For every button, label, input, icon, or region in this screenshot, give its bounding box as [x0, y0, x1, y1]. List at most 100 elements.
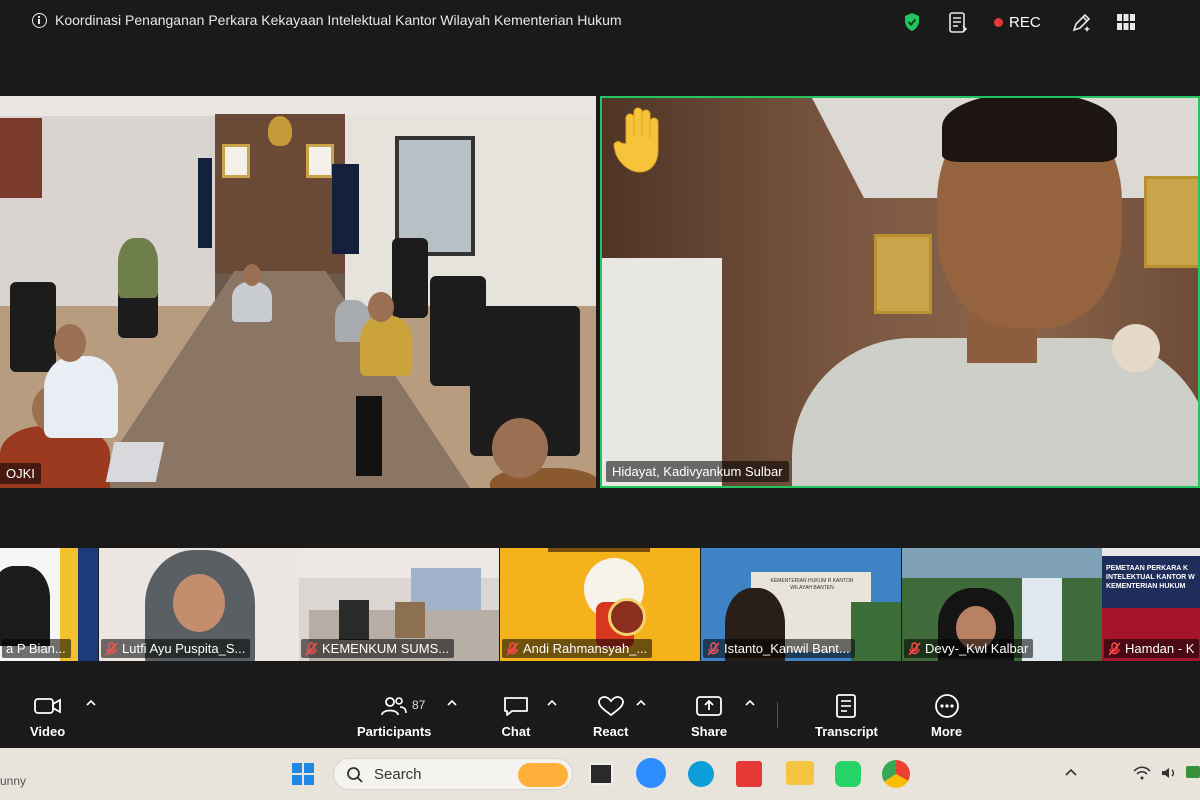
meeting-control-bar: Video Participants 87 Chat React Share T… [0, 682, 1200, 748]
recording-dot-icon [994, 18, 1003, 27]
pen-icon[interactable] [1070, 12, 1092, 34]
participant-name: Lutfi Ayu Puspita_S... [122, 641, 246, 656]
slide-title: PEMETAAN PERKARA K INTELEKTUAL KANTOR W … [1106, 565, 1195, 590]
monitor [356, 396, 382, 476]
video-camera-icon [33, 698, 61, 714]
portrait-frame [222, 144, 250, 178]
participant-thumbnail[interactable]: KEMENTERIAN HUKUM R KANTOR WILAYAH BANTE… [701, 548, 901, 661]
file-explorer-icon[interactable] [786, 761, 814, 785]
thumb-banner [548, 548, 650, 552]
slide-header [1102, 548, 1200, 556]
raised-hand-icon [613, 107, 659, 173]
chrome-browser-icon[interactable] [882, 760, 910, 788]
task-view-icon[interactable] [589, 763, 613, 785]
chevron-up-icon[interactable] [85, 698, 97, 708]
participant-name: Andi Rahmansyah_... [523, 641, 648, 656]
more-button[interactable]: More [931, 694, 962, 739]
meeting-info[interactable]: Koordinasi Penanganan Perkara Kekayaan I… [32, 12, 622, 28]
office-door [602, 258, 722, 486]
tree-figure [851, 602, 901, 661]
participant-name-label: Hamdan - K [1104, 639, 1200, 658]
video-button[interactable]: Video [30, 694, 65, 739]
app-l-icon[interactable] [736, 761, 762, 787]
edge-browser-icon[interactable] [688, 761, 714, 787]
participant-name-label: Lutfi Ayu Puspita_S... [101, 639, 251, 658]
participant-name: a P Bian... [6, 641, 66, 656]
chevron-up-icon[interactable] [1064, 766, 1078, 778]
chair [339, 600, 369, 640]
participant-thumbnail[interactable]: PEMETAAN PERKARA K INTELEKTUAL KANTOR W … [1102, 548, 1200, 661]
document-icon[interactable] [948, 12, 968, 34]
recording-indicator[interactable]: REC [994, 14, 1041, 31]
mic-muted-icon [105, 641, 118, 656]
participant-figure [44, 356, 118, 438]
chat-label: Chat [501, 724, 531, 739]
video-tile-active-speaker[interactable]: Hidayat, Kadivyankum Sulbar [600, 96, 1200, 488]
volume-icon[interactable] [1160, 766, 1178, 780]
building-sign: KEMENTERIAN HUKUM R KANTOR WILAYAH BANTE… [770, 578, 854, 591]
participant-head [243, 264, 261, 286]
participant-name-label: Andi Rahmansyah_... [502, 639, 653, 658]
portrait-frame [874, 234, 932, 314]
mascot-figure [1112, 324, 1160, 372]
sky [902, 548, 1102, 578]
participant-thumbnail[interactable]: a P Bian... [0, 548, 98, 661]
more-options-icon [934, 694, 959, 718]
wall-painting [0, 118, 42, 198]
participant-name: Hamdan - K [1125, 641, 1195, 656]
zoom-app-icon[interactable] [636, 758, 666, 788]
participant-thumbnail[interactable]: Andi Rahmansyah_... [500, 548, 700, 661]
mic-muted-icon [305, 641, 318, 656]
grid-view-icon[interactable] [1117, 14, 1135, 30]
search-icon [347, 767, 363, 783]
participant-figure [0, 566, 50, 646]
chevron-up-icon[interactable] [546, 698, 558, 708]
participant-figure [118, 238, 158, 298]
shield-icon[interactable] [903, 12, 921, 32]
mic-muted-icon [506, 641, 519, 656]
chair [392, 238, 428, 318]
participant-figure [360, 316, 412, 376]
mic-muted-icon [707, 641, 720, 656]
location-icon[interactable] [1094, 766, 1116, 782]
share-screen-icon [696, 696, 722, 716]
participant-head [173, 574, 225, 632]
taskbar-search-box[interactable]: Search [333, 758, 573, 790]
participant-figure [232, 282, 272, 322]
meeting-title: Koordinasi Penanganan Perkara Kekayaan I… [55, 12, 622, 28]
participant-figure [395, 602, 425, 638]
participant-name-label: Istanto_Kanwil Bant... [703, 639, 855, 658]
participant-thumbnail[interactable]: Devy-_Kwl Kalbar [902, 548, 1102, 661]
meeting-top-bar: Koordinasi Penanganan Perkara Kekayaan I… [0, 0, 1200, 46]
portrait-frame [1144, 176, 1198, 268]
participants-icon [381, 697, 408, 716]
more-label: More [931, 724, 963, 739]
search-highlight-icon [518, 763, 568, 787]
participant-name-label: Devy-_Kwl Kalbar [904, 639, 1034, 658]
video-tile-conference-room[interactable]: OJKI [0, 96, 596, 488]
battery-icon[interactable] [1186, 766, 1200, 778]
chevron-up-icon[interactable] [744, 698, 756, 708]
weather-text[interactable]: unny [0, 774, 26, 788]
toolbar-divider [777, 702, 778, 728]
participant-thumbnail[interactable]: Lutfi Ayu Puspita_S... [99, 548, 299, 661]
windows-start-icon[interactable] [290, 761, 316, 787]
chevron-up-icon[interactable] [446, 698, 458, 708]
react-button[interactable]: React [593, 694, 628, 739]
video-label: Video [30, 724, 66, 739]
transcript-button[interactable]: Transcript [815, 694, 878, 739]
participant-thumbnail-strip: a P Bian... Lutfi Ayu Puspita_S... KEMEN… [0, 548, 1200, 661]
chat-button[interactable]: Chat [501, 694, 531, 739]
participant-head [54, 324, 86, 362]
share-button[interactable]: Share [691, 694, 727, 739]
recording-label: REC [1009, 14, 1041, 31]
mic-muted-icon [1108, 641, 1121, 656]
flag [332, 164, 346, 254]
participants-label: Participants [357, 724, 432, 739]
participant-thumbnail[interactable]: KEMENKUM SUMS... [299, 548, 499, 661]
wifi-icon[interactable] [1133, 766, 1151, 780]
whatsapp-icon[interactable] [835, 761, 861, 787]
info-icon[interactable] [32, 12, 47, 28]
chevron-up-icon[interactable] [635, 698, 647, 708]
participant-name-label: OJKI [0, 463, 41, 484]
